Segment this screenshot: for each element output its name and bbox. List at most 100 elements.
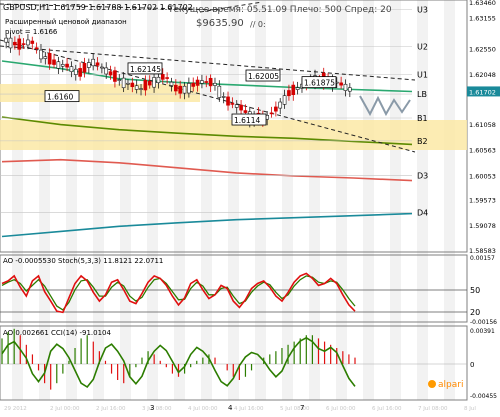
time-axis-label: 6 Jul 00:00	[326, 406, 356, 412]
candle-up	[121, 77, 126, 89]
day-mark: 4	[228, 404, 233, 412]
stoch-axis-bottom: -0.00156	[470, 319, 497, 326]
candle-up	[104, 67, 109, 75]
candle-up	[134, 85, 139, 90]
candle-up	[234, 104, 239, 108]
price-axis-tick: 1.62048	[469, 71, 496, 79]
candle-down	[95, 62, 100, 66]
stoch-axis-50: 50	[470, 286, 480, 295]
pivot-zone-upper	[0, 84, 200, 102]
candle-down	[34, 47, 39, 50]
candle-down	[113, 70, 117, 82]
candle-up	[56, 61, 61, 69]
info-line: Текущее время: 05.51.09 Плечо: 500 Спред…	[167, 5, 392, 15]
session-band	[147, 0, 158, 400]
level-name-u3: U3	[417, 6, 428, 15]
price-callout-text: 1.6114	[234, 116, 260, 125]
candle-up	[43, 56, 48, 59]
ao-cci-title: AO 0.002661 CCI(14) -91.0104	[3, 329, 111, 337]
candle-up	[100, 66, 104, 69]
candle-up	[126, 82, 130, 85]
candle-up	[26, 39, 30, 46]
trading-chart-window: 1.6160 1.62145 1.62005 1.61875 1.6114 U3 U2 U1…	[0, 0, 500, 413]
session-band	[228, 0, 239, 400]
candle-down	[65, 63, 69, 68]
pivot-label: pivot = 1.6166	[5, 28, 58, 36]
price-axis-tick: 1.58583	[469, 247, 496, 255]
candle-down	[208, 77, 213, 87]
candle-up	[169, 81, 174, 86]
candle-down	[143, 80, 148, 91]
session-band	[417, 0, 428, 400]
current-price-label: 1.61702	[469, 88, 496, 96]
candle-up	[139, 88, 143, 90]
price-axis-tick: 1.59078	[469, 222, 496, 230]
candle-up	[152, 77, 156, 88]
candle-up	[182, 85, 187, 94]
candle-up	[278, 101, 283, 109]
candle-up	[295, 87, 300, 90]
candle-down	[287, 90, 291, 97]
chart-canvas[interactable]: 1.6160 1.62145 1.62005 1.61875 1.6114 U3 U2 U1…	[0, 0, 500, 413]
candle-down	[13, 41, 17, 46]
session-band	[363, 0, 374, 400]
level-name-d3: D3	[417, 171, 428, 180]
day-mark: 7	[300, 404, 304, 412]
day-mark: 3	[150, 404, 154, 412]
price-axis-tick: 1.61058	[469, 121, 496, 129]
time-axis-label: 7 Jul 08:00	[418, 406, 448, 412]
candle-down	[108, 71, 113, 76]
candle-up	[213, 82, 217, 86]
time-axis-label: 3 Jul 08:00	[142, 406, 172, 412]
price-callout-text: 1.62145	[130, 65, 161, 74]
candle-down	[191, 82, 196, 87]
candle-up	[282, 95, 287, 105]
session-band	[444, 0, 455, 400]
level-name-u2: U2	[417, 42, 428, 51]
time-axis-label: 2 Jul 00:00	[50, 406, 80, 412]
candle-up	[91, 58, 95, 67]
candle-up	[69, 66, 74, 72]
time-axis-label: 2 Jul 16:00	[96, 406, 126, 412]
candle-up	[348, 87, 352, 92]
alpari-logo-mark	[428, 380, 436, 388]
candle-down	[291, 84, 296, 95]
candle-up	[343, 83, 348, 91]
candle-up	[60, 64, 65, 67]
price-callout-text: 1.61875	[304, 79, 335, 88]
candle-down	[243, 110, 248, 113]
candle-down	[160, 74, 165, 80]
candle-down	[47, 53, 52, 65]
time-axis-label: 29 2012	[4, 406, 27, 412]
price-axis-tick: 1.63460	[469, 0, 496, 7]
candle-down	[339, 82, 343, 86]
candle-down	[239, 104, 243, 111]
price-axis-tick: 1.62550	[469, 45, 496, 53]
candle-down	[204, 81, 209, 83]
price-callout-text: 1.6160	[47, 93, 73, 102]
level-name-b2: B2	[417, 137, 428, 146]
symbol-line: GBPUSD,H1 1.61759 1.61788 1.61702 1.6170…	[3, 3, 193, 12]
candle-down	[78, 68, 82, 77]
session-band	[282, 0, 293, 400]
candle-down	[226, 96, 230, 106]
level-name-u1: U1	[417, 71, 428, 80]
candle-down	[230, 103, 235, 105]
candle-down	[30, 40, 35, 44]
candle-down	[195, 79, 200, 86]
stochastic-title: AO -0.0005530 Stoch(5,3,3) 11.8121 22.07…	[3, 257, 163, 265]
candle-up	[73, 68, 78, 75]
level-name-b1: B1	[417, 114, 428, 123]
candle-down	[147, 81, 152, 86]
ao-axis-top: 0.00391	[470, 328, 495, 335]
alpari-logo-text: alpari	[438, 380, 463, 390]
candle-down	[21, 43, 26, 45]
candle-down	[165, 77, 169, 79]
session-band	[390, 0, 401, 400]
time-axis: 29 2012 2 Jul 00:00 2 Jul 16:00 3 Jul 08:00…	[0, 401, 500, 413]
ao-axis-bottom: -0.00455	[470, 393, 497, 400]
stoch-axis-20: 20	[470, 308, 480, 317]
candle-down	[274, 106, 278, 112]
candle-up	[39, 49, 43, 60]
session-band	[255, 0, 266, 400]
